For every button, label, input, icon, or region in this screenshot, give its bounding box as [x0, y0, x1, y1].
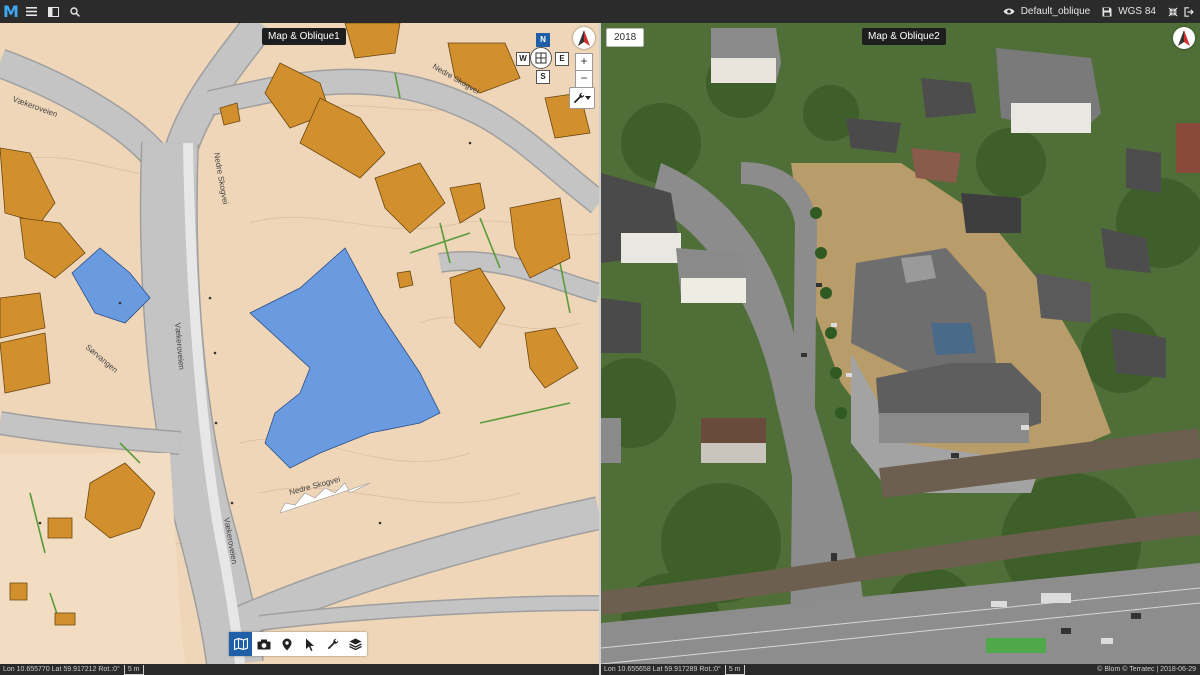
compass-icon [578, 30, 590, 46]
right-status-bar: Lon 10.655658 Lat 59.917289 Rot.:0° 5 m ©… [601, 664, 1200, 675]
layers-button[interactable] [344, 632, 367, 656]
oblique-view[interactable]: 2018 Map & Oblique2 [601, 23, 1200, 664]
tools-dropdown-button[interactable] [569, 87, 595, 109]
panel-icon [47, 6, 59, 17]
top-toolbar: M Default_oblique WGS 84 [0, 0, 1200, 23]
left-view-title: Map & Oblique1 [262, 28, 346, 45]
nav-east-button[interactable]: E [555, 52, 569, 66]
app-logo: M [3, 2, 19, 21]
scale-bar: 5 m [724, 665, 745, 675]
vector-map[interactable]: Vækeroveien Nedre Skogvei Nedre Skogvei … [0, 23, 599, 664]
copyright-text: © Blom © Terratec | 2018-06-29 [1097, 666, 1196, 673]
menu-button[interactable] [20, 0, 42, 23]
bottom-toolbar [229, 632, 367, 656]
grid-icon [535, 52, 547, 64]
nav-center-button[interactable] [530, 47, 552, 69]
zoom-in-button[interactable]: + [575, 53, 593, 71]
map-view[interactable]: Vækeroveien Nedre Skogvei Nedre Skogvei … [0, 23, 599, 664]
map-pin-icon [282, 638, 291, 650]
right-view-title: Map & Oblique2 [862, 28, 946, 45]
left-status-bar: Lon 10.655770 Lat 59.917212 Rot.:0° 5 m [0, 664, 599, 675]
eye-icon[interactable] [1003, 7, 1015, 16]
search-button[interactable] [64, 0, 86, 23]
toolbar-left: M [0, 0, 86, 23]
nav-south-button[interactable]: S [536, 70, 550, 84]
zoom-out-button[interactable]: − [575, 70, 593, 88]
nav-west-button[interactable]: W [516, 52, 530, 66]
chevron-down-icon [585, 96, 591, 100]
collapse-icon[interactable] [1168, 7, 1178, 17]
cursor-coordinates: Lon 10.655658 Lat 59.917289 Rot.:0° [604, 666, 721, 673]
nav-north-button[interactable]: N [536, 33, 550, 47]
hamburger-menu-icon [25, 7, 37, 16]
cursor-coordinates: Lon 10.655770 Lat 59.917212 Rot.:0° [3, 666, 120, 673]
compass-button[interactable] [1173, 27, 1195, 49]
pointer-icon [305, 638, 314, 651]
search-icon [70, 6, 80, 17]
compass-button[interactable] [573, 27, 595, 49]
oblique-mode-button[interactable] [252, 632, 275, 656]
camera-icon [257, 639, 270, 649]
save-icon[interactable] [1102, 7, 1112, 17]
wrench-icon [327, 638, 338, 650]
wrench-icon [573, 92, 585, 104]
compass-icon [1178, 30, 1190, 46]
map-icon [233, 638, 248, 650]
year-badge[interactable]: 2018 [606, 28, 645, 47]
tools-button[interactable] [321, 632, 344, 656]
select-tool-button[interactable] [298, 632, 321, 656]
layers-icon [349, 638, 362, 650]
sidebar-toggle-button[interactable] [42, 0, 64, 23]
location-button[interactable] [275, 632, 298, 656]
oblique-image[interactable] [601, 23, 1200, 664]
map-mode-button[interactable] [229, 632, 252, 656]
crs-label[interactable]: WGS 84 [1118, 6, 1156, 17]
toolbar-right: Default_oblique WGS 84 [1003, 0, 1194, 23]
logout-icon[interactable] [1184, 6, 1194, 17]
scale-bar: 5 m [123, 665, 144, 675]
style-name-label[interactable]: Default_oblique [1021, 6, 1091, 17]
